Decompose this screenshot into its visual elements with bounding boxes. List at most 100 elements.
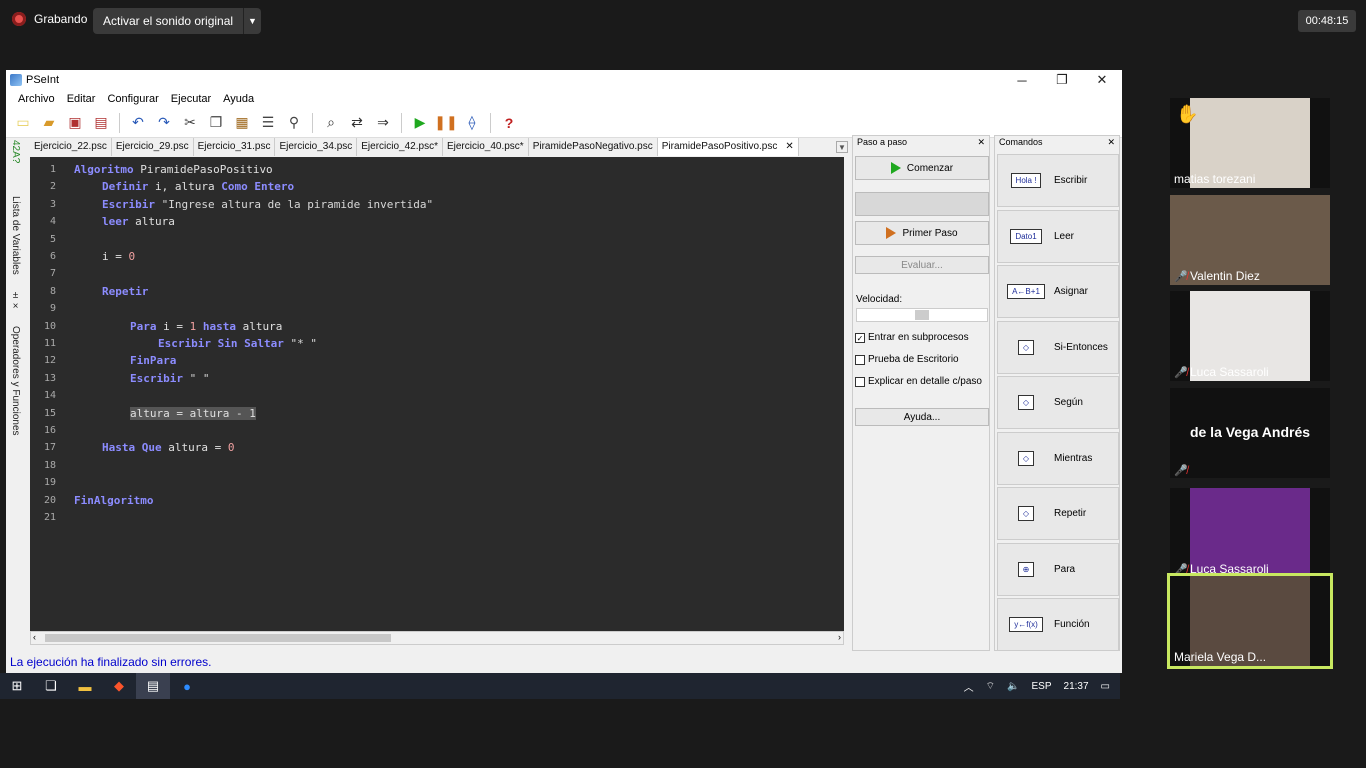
slider-thumb[interactable]	[915, 310, 929, 320]
command-repetir[interactable]: ◇ Repetir	[997, 487, 1119, 540]
close-tab-icon[interactable]: ✕	[785, 141, 793, 152]
checkbox-subprocesos[interactable]: ✓ Entrar en subprocesos	[855, 332, 969, 343]
participant-tile[interactable]: 🎤̸ Luca Sassaroli	[1170, 291, 1330, 381]
redo-icon[interactable]: ↷	[153, 112, 175, 134]
scroll-left-icon[interactable]: ‹	[33, 632, 36, 642]
code-line[interactable]: 3 Escribir "Ingrese altura de la piramide…	[30, 196, 844, 213]
command-función[interactable]: y←f(x) Función	[997, 598, 1119, 651]
close-icon[interactable]: ✕	[1082, 70, 1122, 90]
scroll-right-icon[interactable]: ›	[838, 632, 841, 642]
tab-file[interactable]: Ejercicio_40.psc*	[442, 138, 529, 156]
find-icon[interactable]: ⚲	[283, 112, 305, 134]
tab-file-active[interactable]: PiramidePasoPositivo.psc ✕	[657, 138, 799, 156]
command-mientras[interactable]: ◇ Mientras	[997, 431, 1119, 485]
code-line[interactable]: 13 Escribir " "	[30, 370, 844, 387]
horizontal-scrollbar[interactable]: ‹ ›	[30, 631, 844, 645]
command-escribir[interactable]: Hola ! Escribir	[997, 154, 1119, 207]
code-line[interactable]: 20 FinAlgoritmo	[30, 492, 844, 509]
paste-icon[interactable]: ▦	[231, 112, 253, 134]
scroll-thumb[interactable]	[45, 634, 391, 642]
code-line[interactable]: 19	[30, 474, 844, 491]
brave-browser-icon[interactable]: ◆	[102, 673, 136, 699]
participant-tile[interactable]: Mariela Vega D...	[1167, 573, 1333, 669]
file-explorer-icon[interactable]: ▬	[68, 673, 102, 699]
code-line[interactable]: 15 altura = altura - 1	[30, 405, 844, 422]
checkbox-explicar[interactable]: Explicar en detalle c/paso	[855, 376, 982, 387]
menu-configurar[interactable]: Configurar	[101, 93, 164, 105]
code-line[interactable]: 12 FinPara	[30, 352, 844, 369]
code-line[interactable]: 1 Algoritmo PiramidePasoPositivo	[30, 161, 844, 178]
checkbox-icon[interactable]	[855, 376, 865, 387]
undo-icon[interactable]: ↶	[127, 112, 149, 134]
network-icon[interactable]: ⌔	[986, 680, 995, 693]
volume-icon[interactable]: 🔈	[1007, 681, 1019, 692]
command-según[interactable]: ◇ Según	[997, 376, 1119, 429]
start-button[interactable]: Comenzar	[855, 156, 989, 180]
windows-start-icon[interactable]: ⊞	[0, 673, 34, 699]
indent-icon[interactable]: ☰	[257, 112, 279, 134]
code-line[interactable]: 21	[30, 509, 844, 526]
code-line[interactable]: 14	[30, 387, 844, 404]
tab-file[interactable]: Ejercicio_42.psc*	[357, 138, 443, 156]
code-line[interactable]: 9	[30, 300, 844, 317]
first-step-button[interactable]: Primer Paso	[855, 221, 989, 245]
variables-tab[interactable]: Lista de Variables	[10, 196, 21, 275]
tab-file[interactable]: Ejercicio_34.psc	[275, 138, 358, 156]
chevron-up-icon[interactable]: ︿	[964, 679, 974, 694]
original-sound-button[interactable]: Activar el sonido original ▼	[93, 8, 261, 34]
menu-ejecutar[interactable]: Ejecutar	[165, 93, 217, 105]
code-line[interactable]: 11 Escribir Sin Saltar "* "	[30, 335, 844, 352]
code-line[interactable]: 7	[30, 265, 844, 282]
copy-icon[interactable]: ❐	[205, 112, 227, 134]
checkbox-icon[interactable]: ✓	[855, 332, 865, 343]
close-panel-icon[interactable]: ✕	[977, 137, 985, 149]
pseint-taskbar-icon[interactable]: ▤	[136, 673, 170, 699]
step-icon[interactable]: ❚❚	[434, 112, 457, 134]
help-button[interactable]: Ayuda...	[855, 408, 989, 426]
checkbox-icon[interactable]	[855, 354, 865, 365]
tab-file[interactable]: PiramidePasoNegativo.psc	[528, 138, 658, 156]
tab-file[interactable]: Ejercicio_29.psc	[111, 138, 194, 156]
code-line[interactable]: 4 leer altura	[30, 213, 844, 230]
help-icon[interactable]: ?	[498, 112, 520, 134]
save-as-icon[interactable]: ▤	[90, 112, 112, 134]
code-line[interactable]: 10 Para i = 1 hasta altura	[30, 318, 844, 335]
task-view-icon[interactable]: ❏	[34, 673, 68, 699]
minimize-icon[interactable]: ─	[1002, 70, 1042, 90]
restore-icon[interactable]: ❐	[1042, 70, 1082, 90]
participant-tile[interactable]: 🎤̸ Luca Sassaroli	[1170, 488, 1330, 578]
save-icon[interactable]: ▣	[64, 112, 86, 134]
menu-ayuda[interactable]: Ayuda	[217, 93, 260, 105]
clock[interactable]: 21:37	[1064, 681, 1089, 692]
participant-tile[interactable]: de la Vega Andrés 🎤̸	[1170, 388, 1330, 478]
command-leer[interactable]: Dato1 Leer	[997, 209, 1119, 263]
open-folder-icon[interactable]: ▰	[38, 112, 60, 134]
checkbox-prueba[interactable]: Prueba de Escritorio	[855, 354, 959, 365]
recording-indicator[interactable]: Grabando	[12, 12, 87, 26]
code-line[interactable]: 6 i = 0	[30, 248, 844, 265]
flowchart-icon[interactable]: ⟠	[461, 112, 483, 134]
speed-slider[interactable]	[856, 308, 988, 322]
code-line[interactable]: 16	[30, 422, 844, 439]
replace-icon[interactable]: ⇄	[346, 112, 368, 134]
notifications-icon[interactable]: ▭	[1101, 681, 1110, 692]
participant-tile[interactable]: 🎤̸ Valentin Diez	[1170, 195, 1330, 285]
run-icon[interactable]: ▶	[409, 112, 431, 134]
language-indicator[interactable]: ESP	[1032, 681, 1052, 692]
pause-button[interactable]	[855, 192, 989, 216]
tab-file[interactable]: Ejercicio_31.psc	[193, 138, 276, 156]
zoom-taskbar-icon[interactable]: ●	[170, 673, 204, 699]
code-line[interactable]: 8 Repetir	[30, 283, 844, 300]
operators-tab[interactable]: Operadores y Funciones	[10, 326, 21, 436]
code-line[interactable]: 17 Hasta Que altura = 0	[30, 439, 844, 456]
command-si-entonces[interactable]: ◇ Si-Entonces	[997, 320, 1119, 374]
command-para[interactable]: ⊕ Para	[997, 542, 1119, 596]
chevron-down-icon[interactable]: ▼	[243, 8, 261, 34]
menu-archivo[interactable]: Archivo	[12, 93, 61, 105]
find-next-icon[interactable]: ⇒	[372, 112, 394, 134]
search-icon[interactable]: ⌕	[320, 112, 342, 134]
new-file-icon[interactable]: ▭	[12, 112, 34, 134]
code-line[interactable]: 2 Definir i, altura Como Entero	[30, 178, 844, 195]
menu-editar[interactable]: Editar	[61, 93, 102, 105]
tab-list-chevron-icon[interactable]: ▼	[836, 141, 848, 153]
